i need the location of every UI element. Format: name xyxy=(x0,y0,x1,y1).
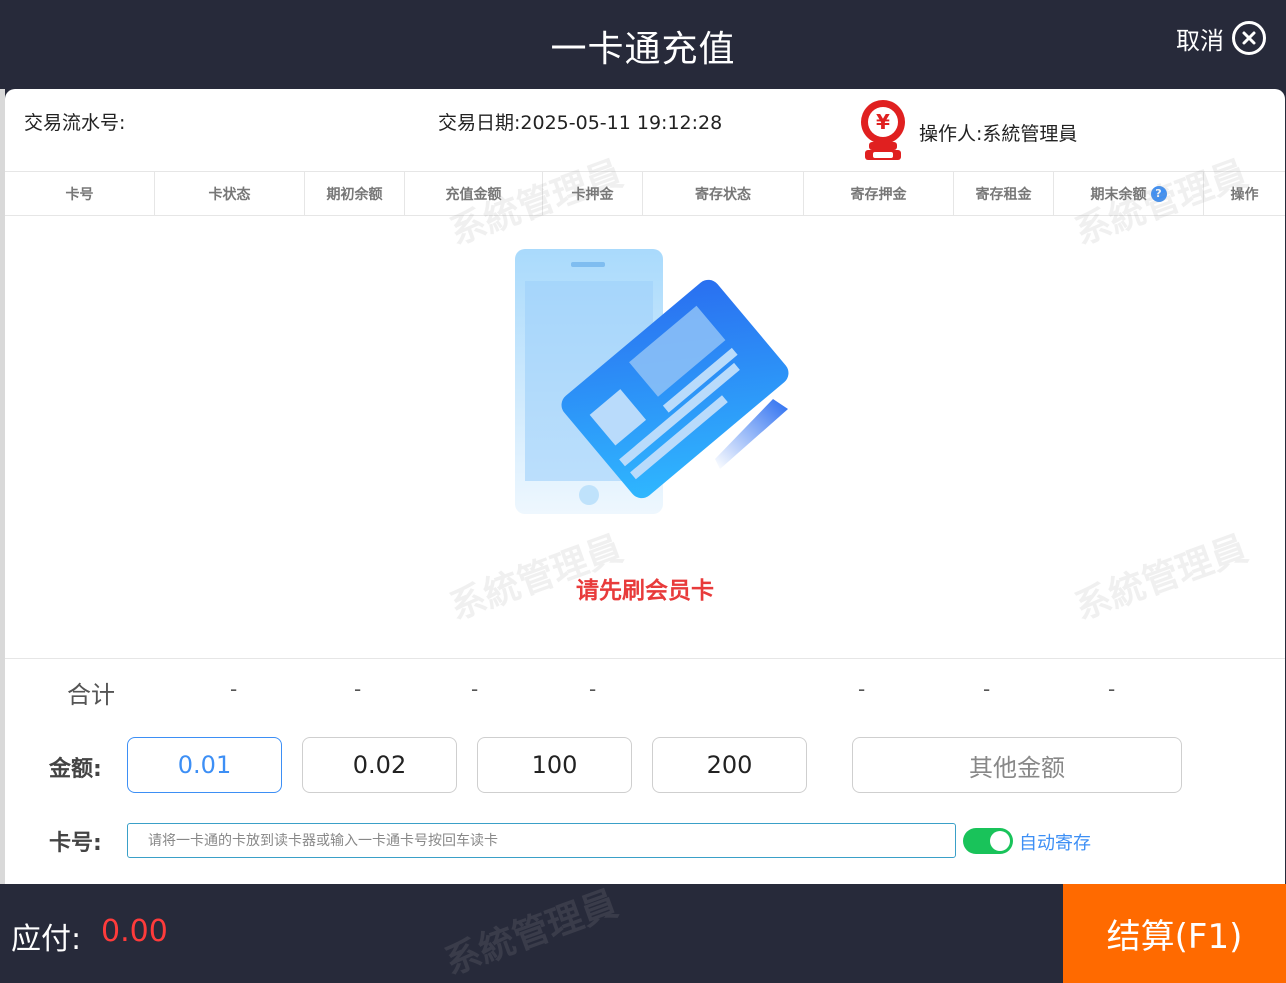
watermark: 系統管理員 xyxy=(439,883,623,983)
col-card-no: 卡号 xyxy=(5,172,155,215)
summary-value: - xyxy=(983,677,991,701)
amount-due-label: 应付: xyxy=(11,922,82,957)
table-header: 卡号 卡状态 期初余额 充值金额 卡押金 寄存状态 寄存押金 寄存租金 期末余额… xyxy=(5,171,1285,216)
col-opening-balance: 期初余额 xyxy=(305,172,405,215)
other-amount-button[interactable]: 其他金额 xyxy=(852,737,1182,793)
col-card-status: 卡状态 xyxy=(155,172,305,215)
recharge-panel: 交易流水号: 交易日期:2025-05-11 19:12:28 ¥ 操作人:系統… xyxy=(5,89,1285,884)
card-number-label: 卡号: xyxy=(49,831,102,856)
amount-label: 金额: xyxy=(49,757,102,782)
serial-number: 交易流水号: xyxy=(24,112,126,134)
auto-store-toggle[interactable] xyxy=(963,828,1013,854)
amount-option-0-02[interactable]: 0.02 xyxy=(302,737,457,793)
amount-option-100[interactable]: 100 xyxy=(477,737,632,793)
summary-value: - xyxy=(1108,677,1116,701)
amount-option-200[interactable]: 200 xyxy=(652,737,807,793)
settle-button[interactable]: 结算(F1) xyxy=(1063,884,1286,983)
summary-label: 合计 xyxy=(67,681,115,709)
summary-value: - xyxy=(230,677,238,701)
auto-store-label[interactable]: 自动寄存 xyxy=(1019,829,1091,855)
summary-value: - xyxy=(589,677,597,701)
col-closing-balance-label: 期末余额 xyxy=(1090,186,1147,203)
title-bar: 一卡通充值 取消 xyxy=(0,0,1286,90)
amount-option-0-01[interactable]: 0.01 xyxy=(127,737,282,793)
svg-text:¥: ¥ xyxy=(876,110,890,134)
col-storage-status: 寄存状态 xyxy=(643,172,804,215)
footer-bar: 应付: 0.00 系統管理員 结算(F1) xyxy=(0,883,1286,983)
operator-info: ¥ 操作人:系統管理員 xyxy=(857,98,1077,167)
transaction-info: 交易流水号: 交易日期:2025-05-11 19:12:28 ¥ 操作人:系統… xyxy=(5,89,1285,171)
toggle-knob xyxy=(990,831,1010,851)
cancel-label: 取消 xyxy=(1176,26,1224,55)
help-icon[interactable]: ? xyxy=(1150,185,1167,202)
amount-due-value: 0.00 xyxy=(101,914,168,949)
dialog-title: 一卡通充值 xyxy=(550,29,736,70)
summary-value: - xyxy=(858,677,866,701)
col-storage-rent: 寄存租金 xyxy=(954,172,1054,215)
col-storage-deposit: 寄存押金 xyxy=(804,172,954,215)
swipe-card-prompt: 请先刷会员卡 xyxy=(576,578,714,604)
cancel-button[interactable]: 取消 xyxy=(1176,20,1266,56)
col-action: 操作 xyxy=(1230,186,1259,203)
operator-avatar-icon: ¥ xyxy=(857,98,913,167)
operator-label: 操作人:系統管理員 xyxy=(919,123,1078,145)
summary-value: - xyxy=(354,677,362,701)
summary-row: 合计 - - - - - - - xyxy=(5,658,1285,720)
swipe-card-illustration-icon xyxy=(505,244,795,524)
col-card-deposit: 卡押金 xyxy=(543,172,643,215)
close-circle-icon xyxy=(1232,21,1266,55)
col-recharge-amount: 充值金额 xyxy=(405,172,543,215)
summary-value: - xyxy=(471,677,479,701)
col-closing-balance: 期末余额 ? xyxy=(1054,172,1204,215)
transaction-date: 交易日期:2025-05-11 19:12:28 xyxy=(438,112,723,134)
card-number-input[interactable] xyxy=(127,823,956,858)
